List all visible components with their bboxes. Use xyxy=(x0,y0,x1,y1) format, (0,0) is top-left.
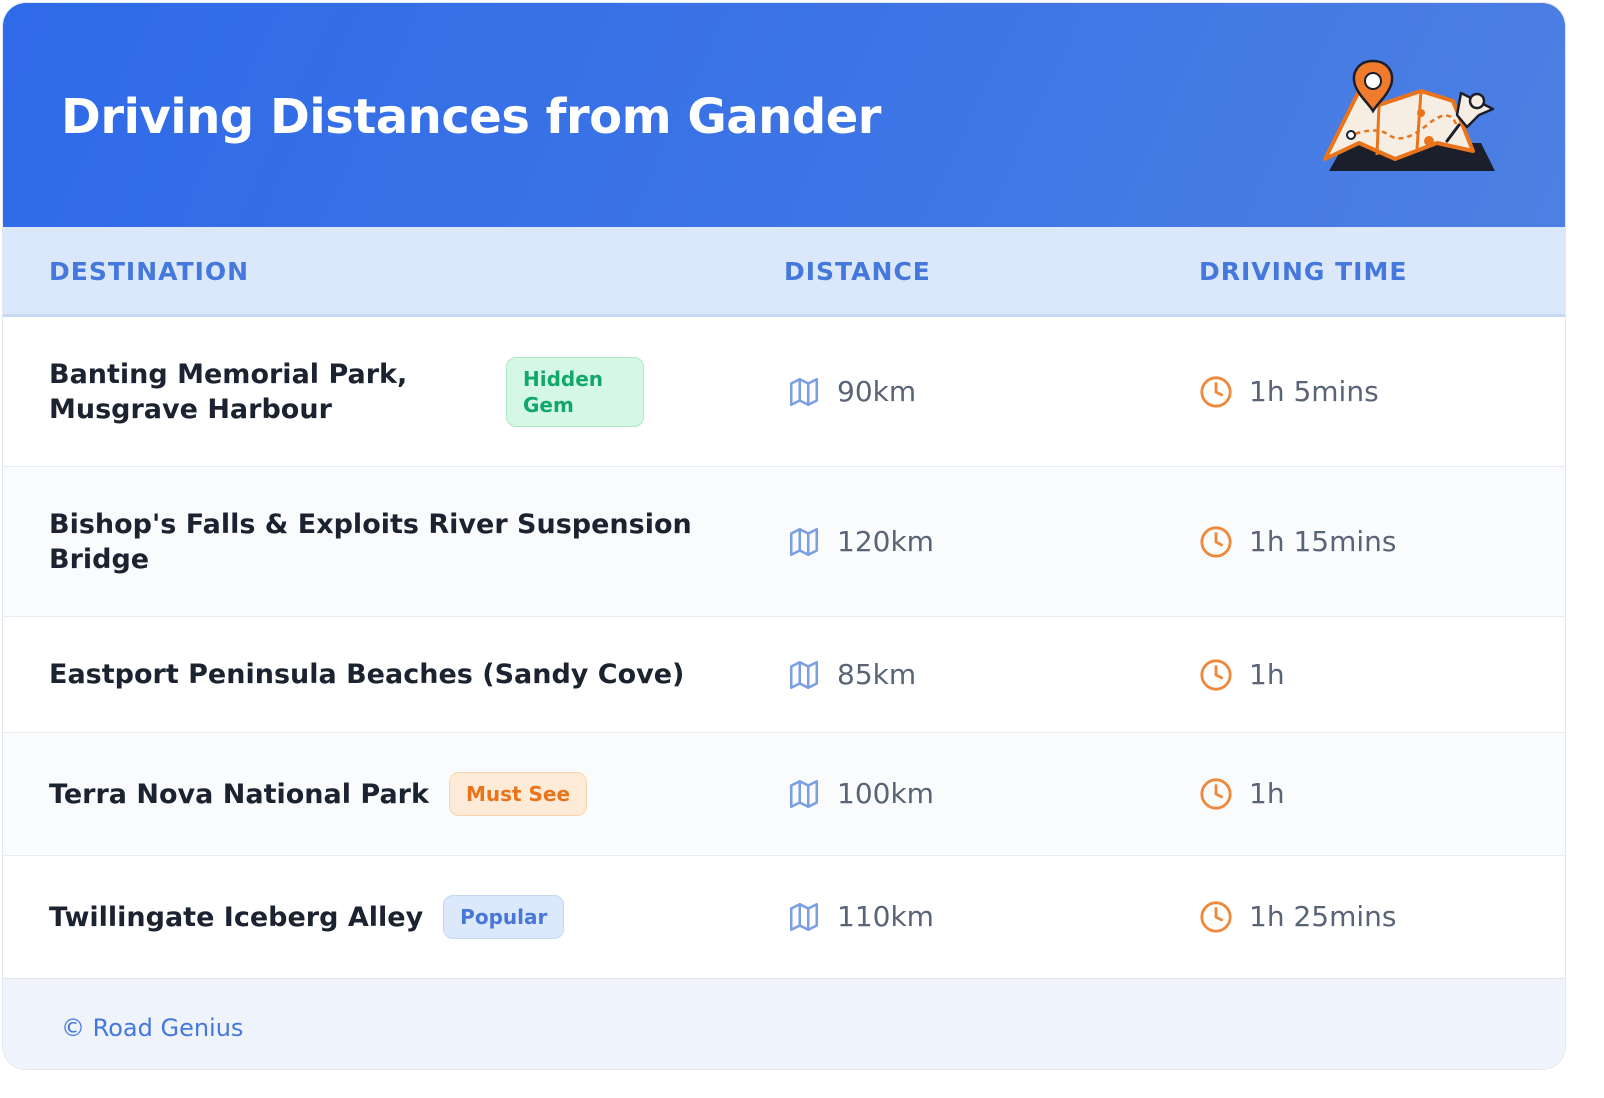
map-icon xyxy=(789,902,819,932)
destination-cell: Terra Nova National Park Must See xyxy=(49,733,588,855)
column-header-distance[interactable]: DISTANCE xyxy=(784,257,931,287)
destination-cell: Banting Memorial Park, Musgrave Harbour xyxy=(49,317,407,466)
destination-name: Eastport Peninsula Beaches (Sandy Cove) xyxy=(49,659,685,690)
map-icon xyxy=(789,779,819,809)
driving-time-value: 1h xyxy=(1249,657,1285,691)
destination-cell: Bishop's Falls & Exploits River Suspensi… xyxy=(49,467,692,616)
driving-time-value: 1h 25mins xyxy=(1249,900,1397,933)
clock-icon xyxy=(1200,778,1232,810)
table-row: Bishop's Falls & Exploits River Suspensi… xyxy=(3,467,1565,617)
column-header-driving-time[interactable]: DRIVING TIME xyxy=(1199,257,1407,287)
destination-name-line: Bishop's Falls & Exploits River Suspensi… xyxy=(49,508,692,540)
table-row: Eastport Peninsula Beaches (Sandy Cove) … xyxy=(3,617,1565,733)
hidden-gem-badge: Hidden Gem xyxy=(506,357,644,427)
folded-map-with-pin-icon xyxy=(1323,59,1495,171)
map-icon xyxy=(789,527,819,556)
destination-name-line: Banting Memorial Park, xyxy=(49,358,408,390)
map-icon xyxy=(789,660,819,689)
distance-cell: 110km xyxy=(787,856,934,978)
destination-name: Bishop's Falls & Exploits River Suspensi… xyxy=(49,507,692,577)
destination-cell: Eastport Peninsula Beaches (Sandy Cove) xyxy=(49,617,684,732)
map-icon xyxy=(789,377,819,406)
distance-value: 100km xyxy=(837,777,934,810)
driving-time-cell: 1h 5mins xyxy=(1199,317,1379,466)
page-title: Driving Distances from Gander xyxy=(61,89,881,145)
destination-name-line: Musgrave Harbour xyxy=(49,393,332,425)
clock-icon xyxy=(1200,375,1232,408)
distance-value: 85km xyxy=(837,657,917,691)
driving-time-cell: 1h 25mins xyxy=(1199,856,1396,978)
table-row: Terra Nova National Park Must See 100km … xyxy=(3,733,1565,856)
badge-label-line: Gem xyxy=(523,393,574,417)
driving-time-cell: 1h 15mins xyxy=(1199,467,1396,616)
distance-cell: 100km xyxy=(787,733,934,855)
driving-time-value: 1h xyxy=(1249,777,1285,810)
clock-icon xyxy=(1200,525,1232,558)
distance-cell: 120km xyxy=(787,467,934,616)
driving-time-value: 1h 5mins xyxy=(1249,374,1379,408)
driving-time-cell: 1h xyxy=(1199,617,1285,732)
copyright-text: © Road Genius xyxy=(61,1014,244,1042)
distance-value: 120km xyxy=(837,524,934,558)
badge-label-line: Hidden xyxy=(523,367,604,391)
distance-cell: 85km xyxy=(787,617,916,732)
table-header: DESTINATION DISTANCE DRIVING TIME xyxy=(3,227,1565,317)
must-see-badge: Must See xyxy=(448,772,588,816)
destination-name: Terra Nova National Park xyxy=(49,778,429,810)
driving-time-value: 1h 15mins xyxy=(1249,524,1397,558)
column-header-destination[interactable]: DESTINATION xyxy=(49,257,249,287)
card-header: Driving Distances from Gander xyxy=(3,3,1565,227)
distance-card: Driving Distances from Gander DESTINATIO… xyxy=(2,2,1566,1070)
table-row: Twillingate Iceberg Alley Popular 110km … xyxy=(3,856,1565,978)
clock-icon xyxy=(1200,658,1232,691)
table-row: Banting Memorial Park, Musgrave Harbour … xyxy=(3,317,1565,467)
distance-value: 110km xyxy=(837,900,934,933)
card-footer: © Road Genius xyxy=(3,978,1565,1069)
destination-cell: Twillingate Iceberg Alley Popular xyxy=(49,856,565,978)
destination-name: Banting Memorial Park, Musgrave Harbour xyxy=(49,357,407,427)
popular-badge: Popular xyxy=(443,895,565,939)
destination-name-line: Bridge xyxy=(49,543,150,575)
destination-name: Twillingate Iceberg Alley xyxy=(49,901,424,933)
distance-cell: 90km xyxy=(787,317,916,466)
distance-value: 90km xyxy=(837,374,917,408)
driving-time-cell: 1h xyxy=(1199,733,1285,855)
clock-icon xyxy=(1200,901,1232,933)
